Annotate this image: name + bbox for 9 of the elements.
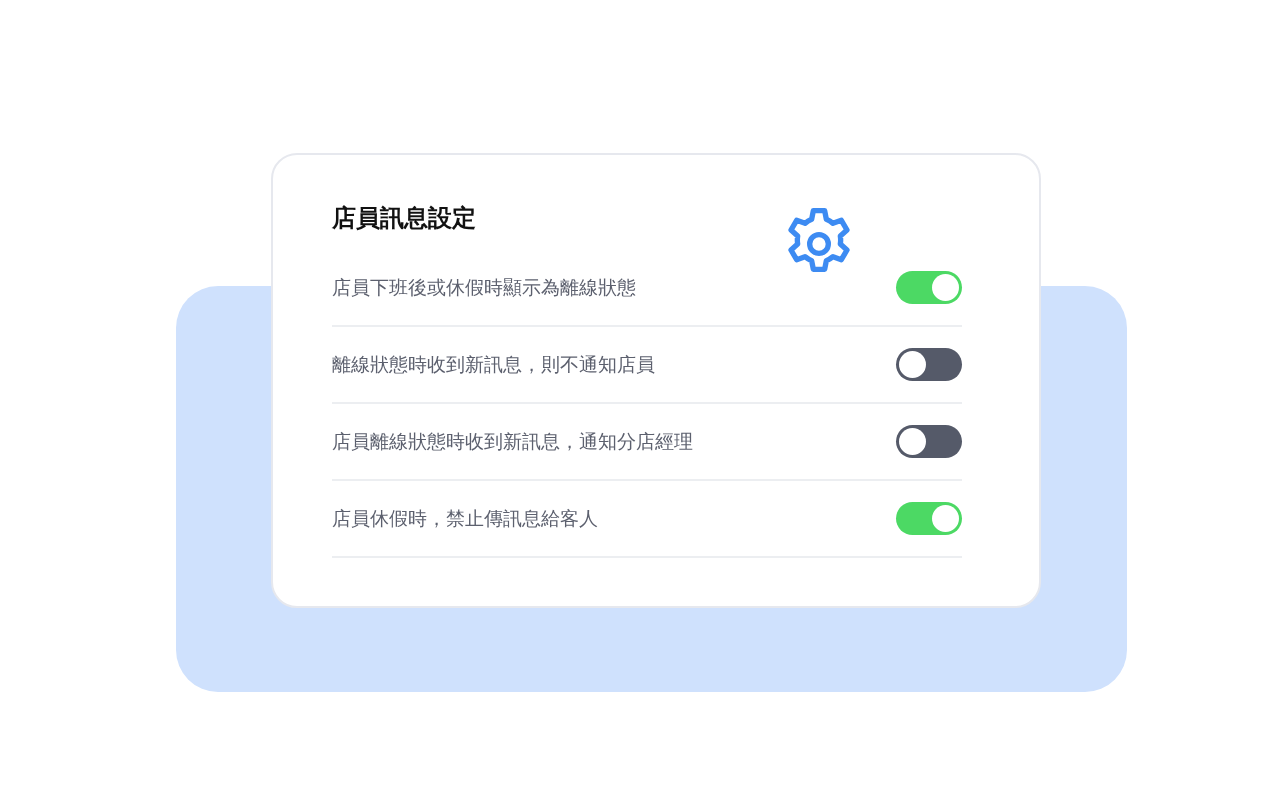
setting-label: 店員休假時，禁止傳訊息給客人 [332,505,598,531]
toggle-switch[interactable] [896,502,962,535]
setting-label: 離線狀態時收到新訊息，則不通知店員 [332,351,655,377]
toggle-switch[interactable] [896,348,962,381]
toggle-switch[interactable] [896,425,962,458]
card-title: 店員訊息設定 [332,203,477,233]
toggle-switch[interactable] [896,271,962,304]
setting-label: 店員下班後或休假時顯示為離線狀態 [332,274,636,300]
setting-label: 店員離線狀態時收到新訊息，通知分店經理 [332,428,693,454]
